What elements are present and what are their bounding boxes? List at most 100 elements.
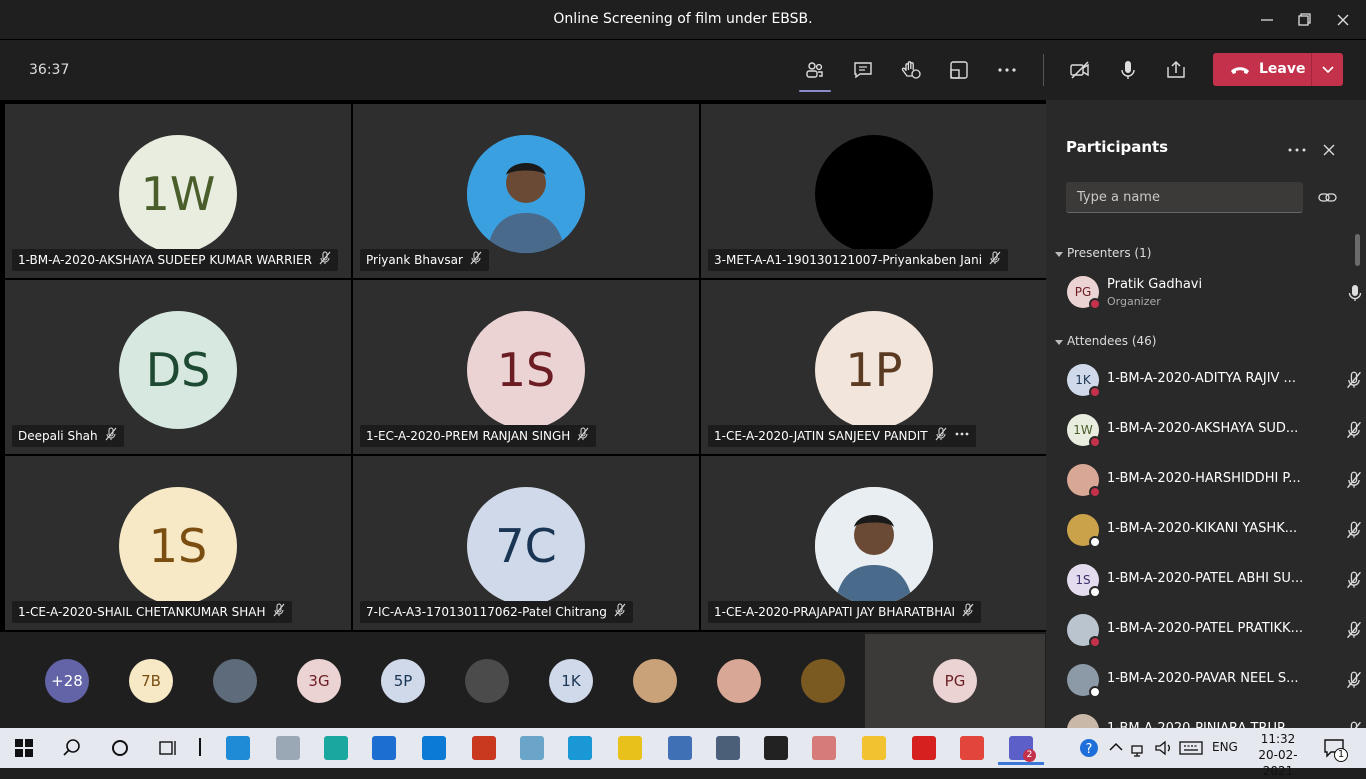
network-tool-app-taskbar-button[interactable] [668, 736, 692, 760]
video-tile[interactable]: 7C 7-IC-A-A3-170130117062-Patel Chitrang [353, 456, 699, 630]
raise-hand-button[interactable] [893, 52, 929, 88]
video-tile[interactable]: 1W 1-BM-A-2020-AKSHAYA SUDEEP KUMAR WARRI… [5, 104, 351, 278]
strip-participant-avatar[interactable] [213, 659, 257, 703]
strip-participant-avatar[interactable] [801, 659, 845, 703]
attendee-row[interactable]: 1-BM-A-2020-KIKANI YASHK... [1067, 510, 1361, 550]
muted-indicator [318, 250, 332, 272]
status-badge [1089, 386, 1101, 398]
attendee-row[interactable]: 1K 1-BM-A-2020-ADITYA RAJIV ... [1067, 360, 1361, 400]
close-window-button[interactable] [1331, 8, 1355, 32]
attendee-row[interactable]: 1-BM-A-2020-PAVAR NEEL S... [1067, 660, 1361, 700]
show-chat-button[interactable] [845, 52, 881, 88]
keyboard-tray-icon[interactable] [1178, 736, 1203, 760]
network-tray-icon[interactable] [1128, 736, 1152, 760]
attendee-name: 1-BM-A-2020-AKSHAYA SUD... [1107, 421, 1299, 436]
participant-name-label: 7-IC-A-A3-170130117062-Patel Chitrang [360, 601, 633, 623]
more-icon [998, 68, 1016, 72]
self-video-tile[interactable]: PG [865, 634, 1045, 728]
active-app-indicator [998, 762, 1044, 765]
task-view-icon [159, 741, 176, 755]
strip-participant-avatar[interactable]: 7B [129, 659, 173, 703]
mic-off-icon [1347, 621, 1361, 639]
avatar [815, 487, 933, 605]
prime-video-app-taskbar-button[interactable] [568, 736, 592, 760]
presenters-section-header[interactable]: Presenters (1) [1054, 246, 1151, 260]
tile-more-button[interactable] [954, 426, 970, 448]
chevron-down-icon [1055, 251, 1063, 257]
panel-more-button[interactable] [1285, 138, 1309, 162]
acrobat-app-taskbar-button[interactable] [912, 736, 936, 760]
presenter-row[interactable]: PG Pratik Gadhavi Organizer [1067, 272, 1362, 312]
task-view-button[interactable] [156, 736, 180, 760]
infinity-app-taskbar-button[interactable] [324, 736, 348, 760]
video-tile[interactable]: Priyank Bhavsar [353, 104, 699, 278]
hp-app-taskbar-button[interactable] [422, 736, 446, 760]
attendee-row[interactable]: 1-BM-A-2020-PATEL PRATIKK... [1067, 610, 1361, 650]
strip-participant-avatar[interactable]: 5P [381, 659, 425, 703]
leave-button[interactable]: Leave [1213, 53, 1311, 86]
panel-scrollbar[interactable] [1355, 234, 1360, 266]
attendee-name: 1-BM-A-2020-PATEL ABHI SU... [1107, 571, 1304, 586]
attendee-name: 1-BM-A-2020-ADITYA RAJIV ... [1107, 371, 1296, 386]
strip-participant-avatar[interactable]: 1K [549, 659, 593, 703]
show-hidden-icons-button[interactable] [1104, 736, 1128, 760]
more-actions-button[interactable] [989, 52, 1025, 88]
action-center-button[interactable]: 1 [1322, 736, 1348, 762]
video-tile[interactable]: 1S 1-CE-A-2020-SHAIL CHETANKUMAR SHAH [5, 456, 351, 630]
attendees-section-header[interactable]: Attendees (46) [1054, 334, 1156, 348]
start-button[interactable] [13, 737, 37, 761]
presenter-initials: PG [1074, 285, 1092, 299]
participant-name-label: 1-CE-A-2020-PRAJAPATI JAY BHARATBHAI [708, 601, 982, 623]
muted-indicator [1345, 471, 1365, 491]
show-participants-button[interactable] [797, 52, 833, 92]
video-tile[interactable]: 1-CE-A-2020-PRAJAPATI JAY BHARATBHAI [701, 456, 1047, 630]
volume-tray-icon[interactable] [1152, 736, 1176, 760]
paint-app-taskbar-button[interactable] [812, 736, 836, 760]
help-tray-icon[interactable]: ? [1077, 736, 1101, 760]
video-tile[interactable]: 1S 1-EC-A-2020-PREM RANJAN SINGH [353, 280, 699, 454]
video-tile[interactable]: DS Deepali Shah [5, 280, 351, 454]
avatar-initials: 1S [1075, 573, 1091, 587]
device-manager-app-taskbar-button[interactable] [716, 736, 740, 760]
notepad-app-taskbar-button[interactable] [520, 736, 544, 760]
profile-photo [815, 487, 933, 605]
teams-app-taskbar-button[interactable]: 2 [998, 736, 1044, 765]
panel-close-button[interactable] [1317, 138, 1341, 162]
cortana-button[interactable] [108, 736, 132, 760]
strip-participant-avatar[interactable] [633, 659, 677, 703]
attendee-row[interactable]: 1W 1-BM-A-2020-AKSHAYA SUD... [1067, 410, 1361, 450]
share-content-button[interactable] [1158, 52, 1194, 88]
winamp-app-taskbar-button[interactable] [764, 736, 788, 760]
leave-options-button[interactable] [1311, 53, 1343, 86]
qlik-app-taskbar-button[interactable] [618, 736, 642, 760]
share-invite-button[interactable] [1316, 188, 1340, 208]
attendee-row[interactable]: 1-BM-A-2020-PINJARA TRUP... [1067, 710, 1361, 728]
dropbox-app-taskbar-button[interactable] [276, 736, 300, 760]
strip-participant-avatar[interactable] [717, 659, 761, 703]
overflow-participants-button[interactable]: +28 [45, 659, 89, 703]
window-titlebar: Online Screening of film under EBSB. [0, 0, 1366, 40]
strip-participant-avatar[interactable] [465, 659, 509, 703]
mail-app-taskbar-button[interactable] [372, 736, 396, 760]
minimize-button[interactable] [1255, 8, 1279, 32]
participant-name-label: 1-BM-A-2020-AKSHAYA SUDEEP KUMAR WARRIER [12, 249, 338, 271]
maximize-button[interactable] [1292, 8, 1316, 32]
camera-toggle-button[interactable] [1062, 52, 1098, 88]
edge-app-taskbar-button[interactable] [226, 736, 250, 760]
video-tile[interactable]: 3-MET-A-A1-190130121007-Priyankaben Jani [701, 104, 1047, 278]
b1-app-taskbar-button[interactable] [472, 736, 496, 760]
chrome-app-taskbar-button[interactable] [960, 736, 984, 760]
attendee-row[interactable]: 1-BM-A-2020-HARSHIDDHI P... [1067, 460, 1361, 500]
clock[interactable]: 11:32 20-02-2021 [1250, 731, 1306, 779]
participant-search-input[interactable]: Type a name [1066, 182, 1303, 213]
search-button[interactable] [60, 736, 84, 760]
mic-toggle-button[interactable] [1110, 52, 1146, 88]
video-tile[interactable]: 1P 1-CE-A-2020-JATIN SANJEEV PANDIT [701, 280, 1047, 454]
attendee-row[interactable]: 1S 1-BM-A-2020-PATEL ABHI SU... [1067, 560, 1361, 600]
attendee-name: 1-BM-A-2020-KIKANI YASHK... [1107, 521, 1298, 536]
file-explorer-app-taskbar-button[interactable] [862, 736, 886, 760]
rooms-button[interactable] [941, 52, 977, 88]
input-language[interactable]: ENG [1212, 740, 1238, 754]
close-icon [1337, 14, 1349, 26]
strip-participant-avatar[interactable]: 3G [297, 659, 341, 703]
